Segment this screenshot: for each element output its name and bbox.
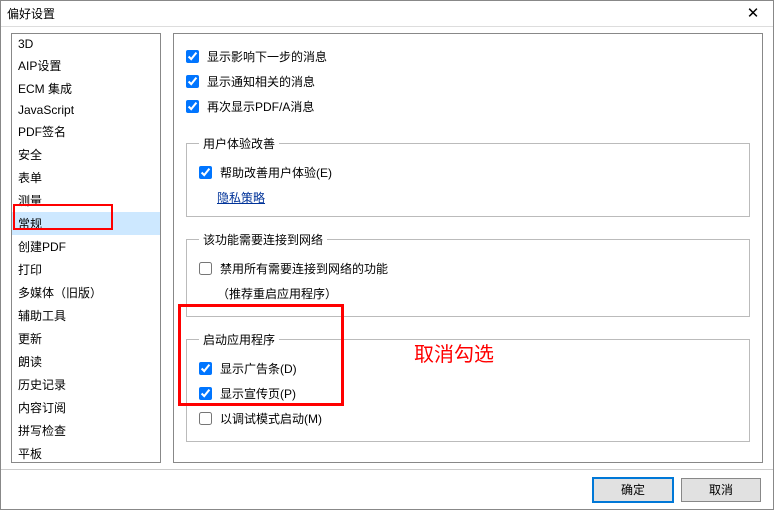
sidebar-item-16[interactable]: 内容订阅	[12, 396, 160, 419]
sidebar-item-5[interactable]: 安全	[12, 143, 160, 166]
sidebar-item-4[interactable]: PDF签名	[12, 120, 160, 143]
show-promo-checkbox[interactable]	[199, 387, 212, 400]
disable-network-row[interactable]: 禁用所有需要连接到网络的功能	[199, 256, 737, 281]
network-group: 该功能需要连接到网络 禁用所有需要连接到网络的功能 （推荐重启应用程序）	[186, 231, 750, 317]
show-pdfa-checkbox[interactable]	[186, 100, 199, 113]
help-improve-label: 帮助改善用户体验(E)	[220, 164, 332, 181]
sidebar-item-8[interactable]: 常规	[12, 212, 160, 235]
show-promo-label: 显示宣传页(P)	[220, 385, 296, 402]
window-title: 偏好设置	[7, 5, 739, 22]
sidebar-item-7[interactable]: 测量	[12, 189, 160, 212]
show-ad-bar-checkbox[interactable]	[199, 362, 212, 375]
debug-mode-label: 以调试模式启动(M)	[220, 410, 322, 427]
sidebar-item-10[interactable]: 打印	[12, 258, 160, 281]
sidebar-item-2[interactable]: ECM 集成	[12, 77, 160, 100]
content-area: 3DAIP设置ECM 集成JavaScriptPDF签名安全表单测量常规创建PD…	[1, 27, 773, 469]
sidebar-wrap: 3DAIP设置ECM 集成JavaScriptPDF签名安全表单测量常规创建PD…	[11, 33, 161, 463]
message-options: 显示影响下一步的消息 显示通知相关的消息 再次显示PDF/A消息	[186, 44, 750, 129]
sidebar-item-11[interactable]: 多媒体（旧版）	[12, 281, 160, 304]
sidebar-item-15[interactable]: 历史记录	[12, 373, 160, 396]
preferences-window: 偏好设置 ✕ 3DAIP设置ECM 集成JavaScriptPDF签名安全表单测…	[0, 0, 774, 510]
ok-button[interactable]: 确定	[593, 478, 673, 502]
disable-network-label: 禁用所有需要连接到网络的功能	[220, 260, 388, 277]
sidebar-item-12[interactable]: 辅助工具	[12, 304, 160, 327]
debug-mode-row[interactable]: 以调试模式启动(M)	[199, 406, 737, 431]
ux-improvement-group: 用户体验改善 帮助改善用户体验(E) 隐私策略	[186, 135, 750, 217]
sidebar-item-6[interactable]: 表单	[12, 166, 160, 189]
sidebar-item-1[interactable]: AIP设置	[12, 54, 160, 77]
show-ad-bar-label: 显示广告条(D)	[220, 360, 297, 377]
sidebar-item-9[interactable]: 创建PDF	[12, 235, 160, 258]
show-next-step-row[interactable]: 显示影响下一步的消息	[186, 44, 750, 69]
category-sidebar[interactable]: 3DAIP设置ECM 集成JavaScriptPDF签名安全表单测量常规创建PD…	[11, 33, 161, 463]
disable-network-checkbox[interactable]	[199, 262, 212, 275]
sidebar-item-3[interactable]: JavaScript	[12, 100, 160, 120]
sidebar-item-18[interactable]: 平板	[12, 442, 160, 463]
sidebar-item-14[interactable]: 朗读	[12, 350, 160, 373]
launch-app-group: 启动应用程序 显示广告条(D) 显示宣传页(P) 以调试模式启动(M)	[186, 331, 750, 442]
show-next-step-label: 显示影响下一步的消息	[207, 48, 327, 65]
privacy-policy-link[interactable]: 隐私策略	[199, 189, 265, 206]
show-pdfa-label: 再次显示PDF/A消息	[207, 98, 314, 115]
cancel-button[interactable]: 取消	[681, 478, 761, 502]
show-ad-bar-row[interactable]: 显示广告条(D)	[199, 356, 737, 381]
show-promo-row[interactable]: 显示宣传页(P)	[199, 381, 737, 406]
close-icon[interactable]: ✕	[739, 3, 767, 25]
restart-hint: （推荐重启应用程序）	[199, 281, 737, 306]
show-notification-label: 显示通知相关的消息	[207, 73, 315, 90]
titlebar: 偏好设置 ✕	[1, 1, 773, 27]
sidebar-item-0[interactable]: 3D	[12, 34, 160, 54]
help-improve-row[interactable]: 帮助改善用户体验(E)	[199, 160, 737, 185]
show-notification-checkbox[interactable]	[186, 75, 199, 88]
show-next-step-checkbox[interactable]	[186, 50, 199, 63]
help-improve-checkbox[interactable]	[199, 166, 212, 179]
ux-improvement-legend: 用户体验改善	[199, 135, 279, 152]
settings-panel: 显示影响下一步的消息 显示通知相关的消息 再次显示PDF/A消息 用户体验改善 …	[173, 33, 763, 463]
debug-mode-checkbox[interactable]	[199, 412, 212, 425]
launch-app-legend: 启动应用程序	[199, 331, 279, 348]
network-legend: 该功能需要连接到网络	[199, 231, 327, 248]
show-pdfa-row[interactable]: 再次显示PDF/A消息	[186, 94, 750, 119]
button-bar: 确定 取消	[1, 469, 773, 509]
sidebar-item-13[interactable]: 更新	[12, 327, 160, 350]
show-notification-row[interactable]: 显示通知相关的消息	[186, 69, 750, 94]
sidebar-item-17[interactable]: 拼写检查	[12, 419, 160, 442]
